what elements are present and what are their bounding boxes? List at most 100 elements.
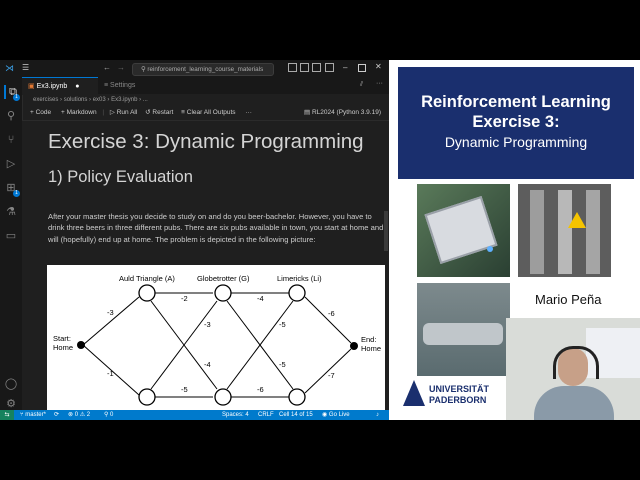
chat-icon[interactable]: ▭ bbox=[4, 229, 18, 243]
remote-icon[interactable]: ⇆ bbox=[0, 410, 14, 420]
scrollbar[interactable] bbox=[384, 211, 388, 251]
crumb-file[interactable]: Ex3.ipynb bbox=[111, 97, 137, 103]
more-actions-icon[interactable]: ··· bbox=[376, 80, 383, 87]
node-start bbox=[77, 341, 85, 349]
run-debug-icon[interactable]: ▷ bbox=[4, 157, 18, 171]
chip-image bbox=[417, 184, 510, 277]
crumb-solutions[interactable]: solutions bbox=[64, 97, 88, 103]
notifications-icon[interactable]: ♪ bbox=[376, 410, 379, 420]
extensions-badge: 1 bbox=[13, 190, 20, 197]
testing-icon[interactable]: ⚗ bbox=[4, 205, 18, 219]
kernel-label: RL2024 (Python 3.9.19) bbox=[311, 109, 381, 116]
pub-graph-svg: Start: Home End: Home Auld Triangle (A) Gl… bbox=[53, 274, 381, 406]
edge-weight: -4 bbox=[204, 360, 211, 369]
forward-button[interactable]: → bbox=[117, 63, 125, 72]
layout-secondary-icon[interactable] bbox=[312, 63, 321, 72]
crumb-more[interactable]: ... bbox=[143, 97, 148, 103]
cell-indicator[interactable]: Cell 14 of 15 bbox=[279, 410, 313, 420]
manage-gear-icon[interactable]: ⚙ bbox=[4, 397, 18, 411]
clear-icon: ≡ bbox=[181, 109, 185, 116]
tab-label: Ex3.ipynb bbox=[36, 83, 68, 90]
label-start-line2: Home bbox=[53, 343, 73, 352]
close-button[interactable]: ✕ bbox=[375, 62, 382, 71]
broadcast-icon: ◉ bbox=[322, 412, 328, 418]
problems-indicator[interactable]: ⊗ 0 ⚠ 2 bbox=[68, 410, 90, 420]
search-icon: ⚲ bbox=[141, 66, 146, 73]
restart-button[interactable]: ↺ Restart bbox=[145, 109, 173, 116]
add-markdown-button[interactable]: + Markdown bbox=[61, 109, 97, 116]
slide-title-box: Reinforcement Learning Exercise 3: Dynam… bbox=[398, 67, 634, 179]
notebook-editor[interactable]: Exercise 3: Dynamic Programming 1) Polic… bbox=[22, 121, 389, 410]
edge-weight: -4 bbox=[257, 294, 264, 303]
minimize-button[interactable]: – bbox=[343, 63, 347, 72]
account-icon[interactable]: ◯ bbox=[4, 377, 18, 391]
kernel-icon: ▤ bbox=[304, 109, 311, 116]
edge-weight: -5 bbox=[279, 360, 286, 369]
command-center-search[interactable]: ⚲ reinforcement_learning_course_material… bbox=[132, 63, 274, 76]
go-live-button[interactable]: ◉ Go Live bbox=[322, 410, 350, 420]
kernel-picker[interactable]: ▤ RL2024 (Python 3.9.19) bbox=[304, 106, 381, 120]
university-name-line1: UNIVERSITÄT bbox=[429, 384, 490, 394]
split-editor-icon[interactable]: ⫽ bbox=[360, 81, 363, 89]
chip-package bbox=[424, 196, 498, 264]
edge-weight: -5 bbox=[279, 320, 286, 329]
ports-indicator[interactable]: ⚲ 0 bbox=[104, 410, 113, 420]
layout-panel-icon[interactable] bbox=[300, 63, 309, 72]
edge-weight: -5 bbox=[181, 385, 188, 394]
node-G-top bbox=[214, 284, 232, 302]
back-button[interactable]: ← bbox=[103, 63, 111, 72]
chip-led bbox=[487, 246, 493, 252]
edge-L-end-top bbox=[304, 296, 352, 344]
add-code-button[interactable]: + Code bbox=[30, 109, 51, 116]
graph-nodes bbox=[138, 284, 306, 406]
label-auld-triangle: Auld Triangle (A) bbox=[119, 274, 175, 283]
slide-title-line2: Exercise 3: bbox=[472, 113, 560, 131]
restart-label: Restart bbox=[152, 109, 174, 116]
status-bar: ⇆ ⑂ master* ⟳ ⊗ 0 ⚠ 2 ⚲ 0 Spaces: 4 CRLF… bbox=[0, 410, 389, 420]
layout-sidebar-icon[interactable] bbox=[288, 63, 297, 72]
clear-label: Clear All Outputs bbox=[186, 109, 236, 116]
headset-icon bbox=[553, 346, 599, 379]
sync-button[interactable]: ⟳ bbox=[54, 410, 59, 420]
indentation-indicator[interactable]: Spaces: 4 bbox=[222, 410, 249, 420]
busbar-left bbox=[530, 190, 544, 274]
eol-indicator[interactable]: CRLF bbox=[258, 410, 274, 420]
graph-edges bbox=[82, 292, 352, 398]
tab-ex3-notebook[interactable]: ▣ Ex3.ipynb ● bbox=[22, 77, 98, 95]
modified-dot-icon[interactable]: ● bbox=[75, 83, 79, 90]
vscode-logo-icon: ⋊ bbox=[5, 63, 14, 73]
university-logo: UNIVERSITÄT PADERBORN bbox=[401, 378, 511, 412]
editor-tabs: ▣ Ex3.ipynb ● ≡ Settings ⫽ ··· bbox=[22, 77, 389, 95]
busbar-mid bbox=[558, 190, 572, 274]
slide-title-line1: Reinforcement Learning bbox=[421, 93, 611, 111]
run-all-label: Run All bbox=[116, 109, 138, 116]
notebook-heading-1: Exercise 3: Dynamic Programming bbox=[48, 130, 364, 153]
node-L-top bbox=[288, 284, 306, 302]
edge-weight: -3 bbox=[107, 308, 114, 317]
label-globetrotter: Globetrotter (G) bbox=[197, 274, 250, 283]
restart-icon: ↺ bbox=[145, 109, 151, 116]
node-G-bottom bbox=[214, 388, 232, 406]
search-sidebar-icon[interactable]: ⚲ bbox=[4, 109, 18, 123]
label-end-line1: End: bbox=[361, 335, 376, 344]
run-all-button[interactable]: ▷ Run All bbox=[110, 109, 137, 116]
customize-layout-icon[interactable] bbox=[325, 63, 334, 72]
menu-icon[interactable]: ☰ bbox=[22, 63, 29, 72]
university-name-line2: PADERBORN bbox=[429, 395, 487, 405]
slide-subtitle: Dynamic Programming bbox=[444, 134, 588, 150]
source-control-icon[interactable]: ⑂ bbox=[4, 133, 18, 147]
paderborn-logo-mark-icon bbox=[403, 380, 425, 406]
toolbar-more-button[interactable]: ··· bbox=[245, 109, 252, 116]
presenter-webcam bbox=[506, 318, 640, 420]
edge-weight: -2 bbox=[181, 294, 188, 303]
crumb-ex03[interactable]: ex03 bbox=[93, 97, 106, 103]
branch-name: master* bbox=[25, 412, 46, 418]
branch-indicator[interactable]: ⑂ master* bbox=[20, 410, 46, 420]
breadcrumb: exercises › solutions › ex03 › Ex3.ipynb… bbox=[33, 97, 148, 103]
clear-outputs-button[interactable]: ≡ Clear All Outputs bbox=[181, 109, 235, 116]
busbar-right bbox=[586, 190, 600, 274]
edge-weight: -1 bbox=[107, 369, 114, 378]
crumb-exercises[interactable]: exercises bbox=[33, 97, 58, 103]
tab-settings[interactable]: ≡ Settings bbox=[98, 77, 160, 94]
maximize-button[interactable] bbox=[358, 64, 366, 72]
